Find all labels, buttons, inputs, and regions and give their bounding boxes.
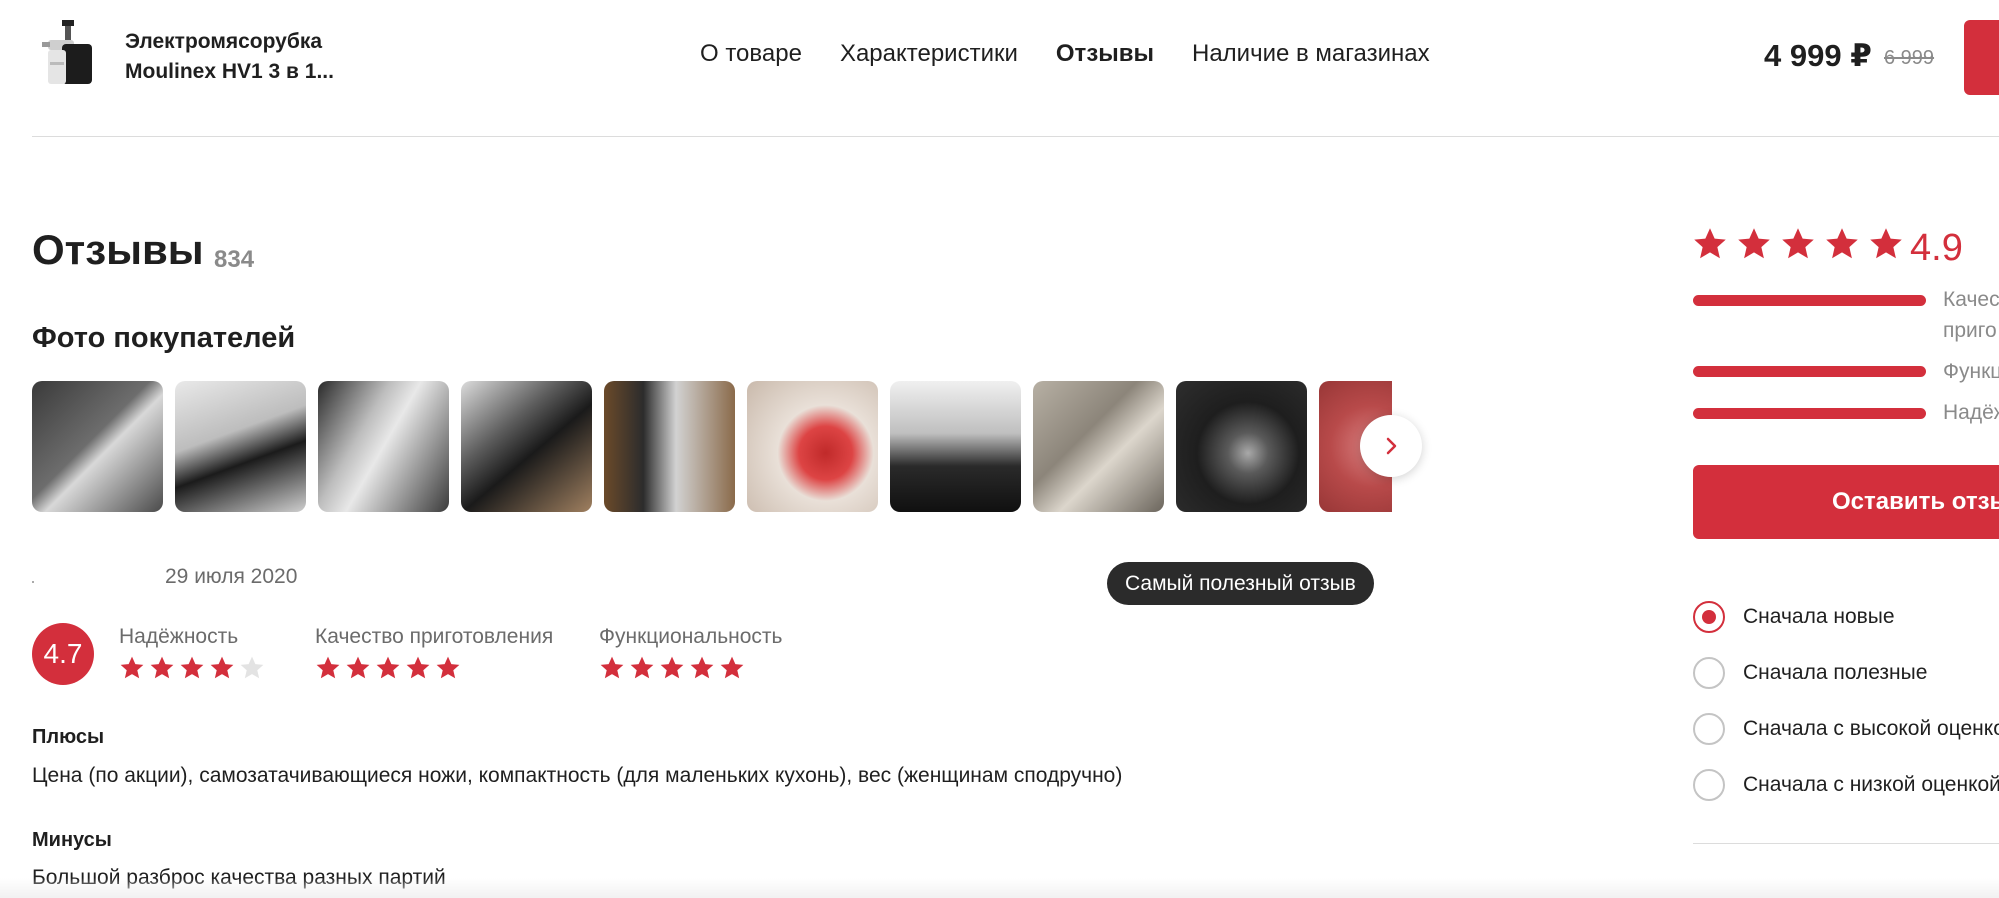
star-icon — [1694, 228, 1726, 259]
rating-bar-reliability — [1693, 408, 1926, 419]
product-nav: О товаре Характеристики Отзывы Наличие в… — [700, 40, 1430, 68]
rating-bar-label-line: Качес — [1943, 288, 1999, 311]
most-helpful-badge: Самый полезный отзыв — [1107, 562, 1374, 605]
reviews-title: Отзывы — [32, 226, 204, 273]
sort-divider — [1693, 843, 1999, 844]
star-icon — [1870, 228, 1902, 259]
pros-label: Плюсы — [32, 726, 105, 748]
star-filled-icon — [630, 656, 654, 679]
product-title-line2: Moulinex HV1 3 в 1... — [125, 60, 334, 83]
star-filled-icon — [406, 656, 430, 679]
customer-photo[interactable] — [1176, 381, 1307, 512]
criterion-reliability: Надёжность — [119, 625, 265, 681]
star-filled-icon — [376, 656, 400, 679]
criterion-stars — [119, 655, 265, 681]
leave-review-button[interactable]: Оставить отзыв — [1693, 465, 1999, 539]
criterion-stars — [315, 655, 553, 681]
sort-option-high-rating[interactable]: Сначала с высокой оценкой — [1693, 713, 1999, 745]
rating-bar-label-functionality: Функц — [1943, 360, 1999, 383]
reviews-count: 834 — [214, 246, 255, 273]
star-icon — [1782, 228, 1814, 259]
customer-photo[interactable] — [890, 381, 1021, 512]
current-price: 4 999 ₽ — [1764, 38, 1872, 73]
photos-next-button[interactable] — [1360, 415, 1422, 477]
star-filled-icon — [120, 656, 144, 679]
overall-rating-value: 4.9 — [1910, 227, 1963, 269]
star-filled-icon — [316, 656, 340, 679]
sticky-header: Электромясорубка Moulinex HV1 3 в 1... О… — [0, 0, 1999, 137]
star-icon — [1738, 228, 1770, 259]
nav-availability[interactable]: Наличие в магазинах — [1192, 40, 1430, 68]
nav-reviews[interactable]: Отзывы — [1056, 40, 1154, 68]
overall-rating-stars — [1692, 226, 1904, 262]
pros-text: Цена (по акции), самозатачивающиеся ножи… — [32, 764, 1123, 787]
customer-photos-strip — [32, 381, 1392, 512]
nav-specs[interactable]: Характеристики — [840, 40, 1018, 68]
customer-photo[interactable] — [461, 381, 592, 512]
customer-photo[interactable] — [32, 381, 163, 512]
header-divider — [32, 136, 1999, 137]
review-date: 29 июля 2020 — [165, 565, 298, 588]
review-score: 4.7 — [32, 623, 94, 685]
product-title-line1: Электромясорубка — [125, 30, 323, 53]
buy-button[interactable] — [1964, 20, 1999, 95]
star-filled-icon — [436, 656, 460, 679]
product-title: Электромясорубка Moulinex HV1 3 в 1... — [125, 27, 355, 87]
review-author — [32, 581, 34, 583]
customer-photo[interactable] — [604, 381, 735, 512]
rating-bar-quality — [1693, 295, 1926, 306]
criterion-stars — [599, 655, 783, 681]
criterion-label: Функциональность — [599, 625, 783, 648]
star-filled-icon — [660, 656, 684, 679]
rating-bar-label-reliability: Надёж — [1943, 401, 1999, 424]
sort-option-useful[interactable]: Сначала полезные — [1693, 657, 1927, 689]
star-filled-icon — [690, 656, 714, 679]
nav-about[interactable]: О товаре — [700, 40, 802, 68]
criterion-cooking-quality: Качество приготовления — [315, 625, 553, 681]
sort-option-low-rating[interactable]: Сначала с низкой оценкой — [1693, 769, 1999, 801]
chevron-right-icon — [1386, 437, 1397, 455]
sort-option-label: Сначала с высокой оценкой — [1743, 717, 1999, 740]
star-icon — [1826, 228, 1858, 259]
radio-button[interactable] — [1693, 657, 1725, 689]
rating-bar-functionality — [1693, 366, 1926, 377]
star-filled-icon — [210, 656, 234, 679]
star-filled-icon — [150, 656, 174, 679]
customer-photo[interactable] — [318, 381, 449, 512]
star-filled-icon — [600, 656, 624, 679]
sort-option-label: Сначала полезные — [1743, 661, 1928, 684]
star-empty-icon — [240, 656, 264, 679]
customer-photos-title: Фото покупателей — [32, 322, 296, 354]
criterion-functionality: Функциональность — [599, 625, 783, 681]
customer-photo[interactable] — [1033, 381, 1164, 512]
criterion-label: Надёжность — [119, 625, 239, 648]
star-filled-icon — [180, 656, 204, 679]
star-filled-icon — [346, 656, 370, 679]
bottom-fade — [0, 878, 1999, 898]
meat-grinder-thumbnail[interactable] — [38, 18, 98, 88]
radio-button[interactable] — [1693, 601, 1725, 633]
criterion-label: Качество приготовления — [315, 625, 554, 648]
cons-label: Минусы — [32, 829, 112, 851]
rating-bar-label-quality: Качес приго — [1943, 284, 1999, 346]
sort-option-label: Сначала с низкой оценкой — [1743, 773, 1999, 796]
radio-button[interactable] — [1693, 769, 1725, 801]
customer-photo[interactable] — [747, 381, 878, 512]
customer-photo[interactable] — [175, 381, 306, 512]
sort-option-newest[interactable]: Сначала новые — [1693, 601, 1895, 633]
radio-button[interactable] — [1693, 713, 1725, 745]
star-filled-icon — [720, 656, 744, 679]
sort-option-label: Сначала новые — [1743, 605, 1895, 628]
old-price: 6 999 — [1884, 47, 1935, 69]
rating-bar-label-line: приго — [1943, 319, 1997, 342]
